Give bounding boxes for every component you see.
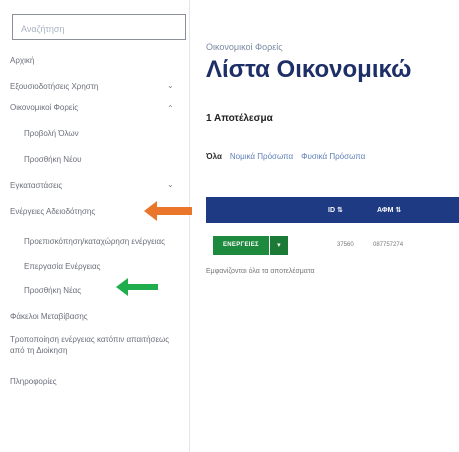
table-cell-id: 37560 — [337, 242, 354, 248]
showing-all-text: Εμφανίζονται όλα τα αποτελέσματα — [206, 268, 315, 275]
sidebar: Αρχική Εξουσιοδοτήσεις Χρηστη ⌄ Οικονομι… — [0, 0, 190, 452]
table-cell-afm: 087757274 — [373, 242, 404, 248]
page-title: Λίστα Οικονομικώ — [206, 56, 412, 83]
sidebar-item-transfer-folders[interactable]: Φάκελοι Μεταβίβασης — [10, 312, 88, 321]
tab-all[interactable]: Όλα — [206, 152, 222, 161]
sidebar-item-home[interactable]: Αρχική — [10, 56, 34, 65]
sidebar-item-licensing-actions[interactable]: Ενέργειες Αδειοδότησης — [10, 207, 95, 216]
sidebar-item-add-new-operator[interactable]: Προσθήκη Νέου — [24, 155, 81, 164]
chevron-up-icon[interactable]: ⌃ — [167, 104, 174, 113]
column-header-id[interactable]: ID ⇅ — [328, 206, 343, 214]
caret-down-icon[interactable]: ▾ — [269, 236, 288, 255]
tab-legal-entities[interactable]: Νομικά Πρόσωπα — [230, 152, 293, 161]
main-content: Οικονομικοί Φορείς Λίστα Οικονομικώ 1 Απ… — [206, 0, 459, 452]
actions-button-group[interactable]: ΕΝΕΡΓΕΙΕΣ ▾ — [213, 236, 288, 255]
actions-button[interactable]: ΕΝΕΡΓΕΙΕΣ — [213, 236, 269, 255]
orange-arrow-icon — [144, 201, 192, 221]
sidebar-item-economic-operators[interactable]: Οικονομικοί Φορείς — [10, 103, 78, 112]
tab-natural-persons[interactable]: Φυσικά Πρόσωπα — [301, 152, 365, 161]
search-box[interactable] — [12, 14, 186, 40]
sidebar-item-edit-action[interactable]: Επεργασία Ενέργειας — [24, 262, 100, 271]
filter-tabs: Όλα Νομικά Πρόσωπα Φυσικά Πρόσωπα — [206, 152, 365, 161]
green-arrow-icon — [116, 278, 158, 296]
sidebar-item-preview-action[interactable]: Προεπισκόπηση/καταχώρηση ενέργειας — [24, 237, 165, 246]
chevron-down-icon[interactable]: ⌄ — [167, 81, 174, 90]
table-header: ID ⇅ ΑΦΜ ⇅ — [206, 197, 459, 223]
result-count: 1 Αποτέλεσμα — [206, 113, 273, 124]
sidebar-item-modify-action[interactable]: Τροποποίηση ενέργειας κατόπιν απαιτήσεως… — [10, 334, 170, 356]
column-header-afm[interactable]: ΑΦΜ ⇅ — [377, 206, 401, 214]
sidebar-item-user-authorizations[interactable]: Εξουσιοδοτήσεις Χρηστη — [10, 82, 98, 91]
chevron-down-icon[interactable]: ⌄ — [167, 180, 174, 189]
sidebar-item-view-all[interactable]: Προβολή Όλων — [24, 129, 79, 138]
sidebar-item-add-new-action[interactable]: Προσθήκη Νέας — [24, 286, 81, 295]
breadcrumb[interactable]: Οικονομικοί Φορείς — [206, 42, 283, 52]
search-input[interactable] — [21, 24, 177, 34]
sidebar-item-installations[interactable]: Εγκαταστάσεις — [10, 181, 62, 190]
sidebar-item-information[interactable]: Πληροφορίες — [10, 377, 57, 386]
